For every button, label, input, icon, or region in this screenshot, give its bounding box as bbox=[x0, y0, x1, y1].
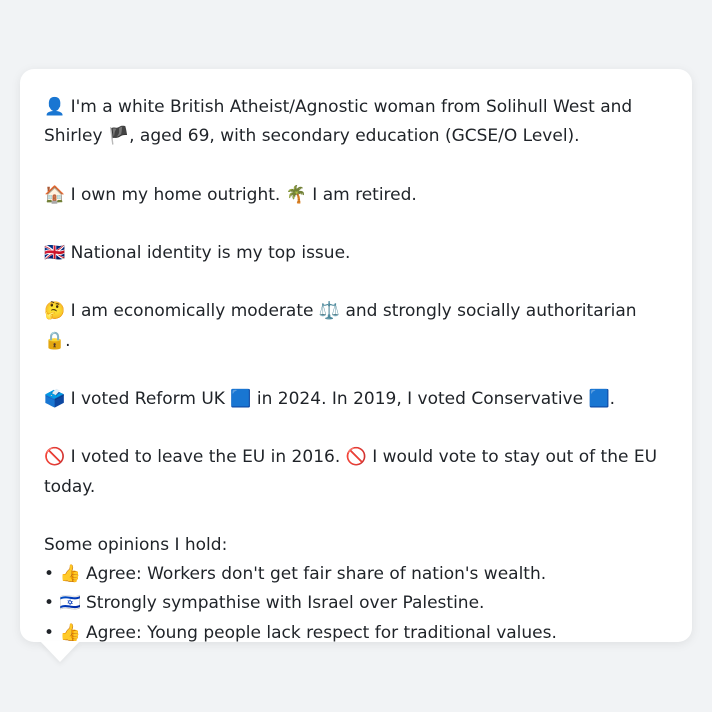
opinion-item: • 🇮🇱 Strongly sympathise with Israel ove… bbox=[44, 589, 668, 618]
lock-icon: 🔒 bbox=[44, 330, 66, 351]
prohibited-icon: 🚫 bbox=[345, 447, 367, 468]
ideology-text-c: . bbox=[65, 330, 71, 351]
ideology-line: 🤔 I am economically moderate ⚖️ and stro… bbox=[44, 297, 668, 355]
bullet-mark: • bbox=[44, 564, 55, 585]
opinion-text: Agree: Young people lack respect for tra… bbox=[80, 622, 557, 643]
house-icon: 🏠 bbox=[44, 184, 66, 205]
ideology-text-b: and strongly socially authoritarian bbox=[340, 301, 637, 322]
opinion-text: Strongly sympathise with Israel over Pal… bbox=[80, 593, 485, 614]
opinion-item: • 👍 Agree: Young people lack respect for… bbox=[44, 619, 668, 648]
opinions-heading: Some opinions I hold: bbox=[44, 534, 228, 555]
bullet-mark: • bbox=[44, 593, 55, 614]
votes-text-b: in 2024. In 2019, I voted Conservative bbox=[251, 388, 589, 409]
opinion-item: • 👍 Agree: Workers don't get fair share … bbox=[44, 560, 668, 589]
israel-flag-icon: 🇮🇱 bbox=[59, 593, 81, 614]
blue-square-icon: 🟦 bbox=[588, 388, 610, 409]
bubble-tail bbox=[40, 641, 80, 662]
thumbs-up-icon: 👍 bbox=[59, 622, 81, 643]
issue-text: National identity is my top issue. bbox=[65, 242, 351, 263]
issue-line: 🇬🇧 National identity is my top issue. bbox=[44, 239, 668, 268]
ballot-box-icon: 🗳️ bbox=[44, 388, 66, 409]
identity-line: 👤 I'm a white British Atheist/Agnostic w… bbox=[44, 93, 668, 151]
scales-icon: ⚖️ bbox=[318, 301, 341, 322]
ideology-text-a: I am economically moderate bbox=[65, 301, 319, 322]
votes-text-c: . bbox=[609, 388, 616, 409]
prohibited-icon: 🚫 bbox=[44, 447, 66, 468]
opinion-text: Agree: Workers don't get fair share of n… bbox=[80, 564, 547, 585]
votes-text-a: I voted Reform UK bbox=[65, 388, 231, 409]
home-text-a: I own my home outright. bbox=[65, 184, 286, 205]
thumbs-up-icon: 👍 bbox=[59, 564, 81, 585]
person-icon: 👤 bbox=[44, 97, 66, 117]
eu-text-a: I voted to leave the EU in 2016. bbox=[65, 447, 346, 468]
palm-tree-icon: 🌴 bbox=[285, 184, 307, 205]
uk-flag-icon: 🇬🇧 bbox=[44, 242, 66, 263]
eu-line: 🚫 I voted to leave the EU in 2016. 🚫 I w… bbox=[44, 443, 668, 501]
home-line: 🏠 I own my home outright. 🌴 I am retired… bbox=[44, 181, 668, 210]
persona-message-bubble: 👤 I'm a white British Atheist/Agnostic w… bbox=[20, 69, 692, 643]
votes-line: 🗳️ I voted Reform UK 🟦 in 2024. In 2019,… bbox=[44, 385, 668, 414]
identity-text-b: , aged 69, with secondary education (GCS… bbox=[129, 126, 580, 147]
home-text-b: I am retired. bbox=[306, 184, 417, 205]
thinking-face-icon: 🤔 bbox=[44, 301, 66, 322]
bullet-mark: • bbox=[44, 622, 55, 643]
blue-square-icon: 🟦 bbox=[230, 388, 252, 409]
england-flag-icon: 🏴 bbox=[107, 126, 130, 147]
